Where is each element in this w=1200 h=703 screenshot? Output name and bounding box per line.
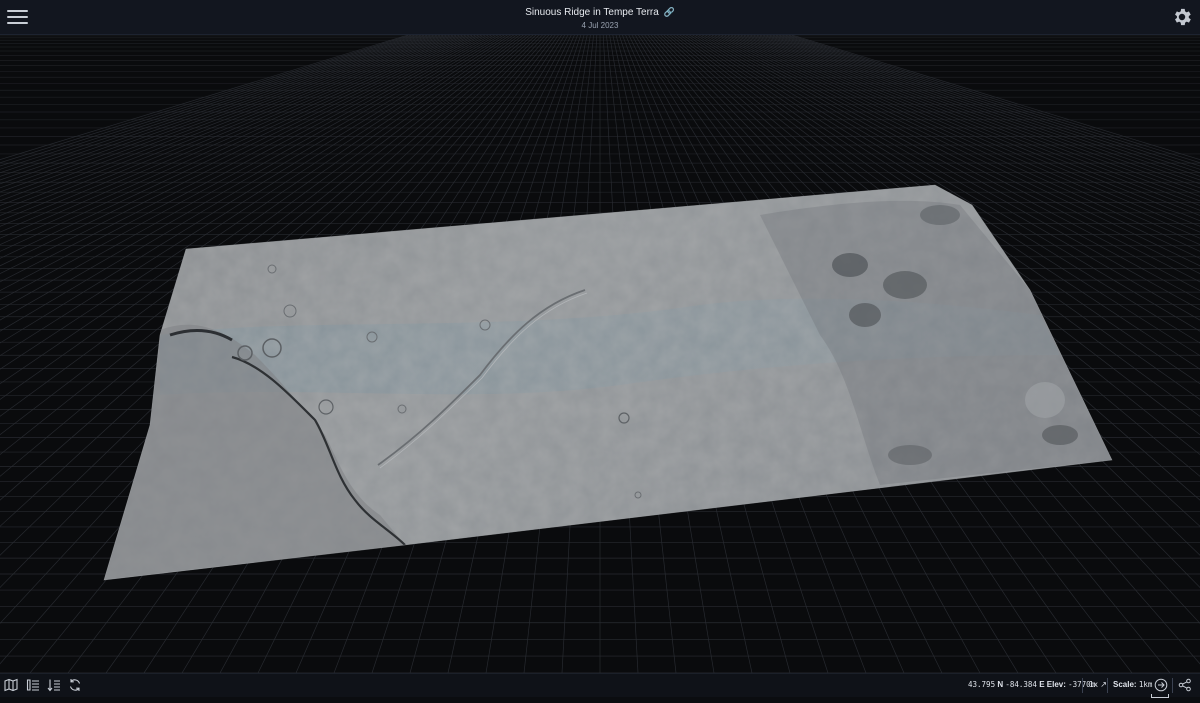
latitude-value: 43.795 — [968, 680, 996, 689]
scale-readout: Scale: 1km — [1113, 680, 1152, 690]
bottom-bar: 43.795 N -84.384 E Elev: -3770m 1x ↗ Sca… — [0, 673, 1200, 698]
latitude-direction: N — [997, 680, 1004, 689]
page-title: Sinuous Ridge in Tempe Terra 🔗 — [400, 6, 800, 19]
divider — [1172, 678, 1173, 693]
zoom-value: 1x — [1089, 680, 1099, 689]
arrow-right-circle-icon[interactable] — [1154, 678, 1168, 692]
link-icon[interactable]: 🔗 — [664, 7, 675, 17]
list-icon[interactable] — [26, 678, 40, 692]
page-date: 4 Jul 2023 — [581, 21, 619, 30]
map-icon[interactable] — [4, 678, 18, 692]
longitude-direction: E — [1039, 680, 1045, 689]
coordinates-readout: 43.795 N -84.384 E Elev: -3770m — [968, 680, 1095, 690]
terrain-scene[interactable] — [0, 35, 1200, 673]
terrain-viewport[interactable] — [0, 35, 1200, 673]
expand-arrow-icon: ↗ — [1100, 680, 1107, 689]
divider — [1082, 678, 1083, 693]
scale-label: Scale: — [1113, 680, 1137, 689]
longitude-value: -84.384 — [1005, 680, 1037, 689]
elevation-label: Elev: — [1046, 680, 1066, 689]
terrain-surface — [103, 184, 1113, 581]
zoom-control[interactable]: 1x ↗ — [1089, 680, 1107, 690]
top-bar: Sinuous Ridge in Tempe Terra 🔗 4 Jul 202… — [0, 0, 1200, 35]
title-block: Sinuous Ridge in Tempe Terra 🔗 4 Jul 202… — [400, 6, 800, 31]
page-title-text: Sinuous Ridge in Tempe Terra — [525, 7, 659, 18]
refresh-icon[interactable] — [68, 678, 82, 692]
share-icon[interactable] — [1178, 678, 1192, 692]
divider — [1107, 678, 1108, 693]
hamburger-menu-icon[interactable] — [7, 8, 28, 26]
gear-icon[interactable] — [1171, 6, 1193, 28]
list-sort-icon[interactable] — [47, 678, 61, 692]
